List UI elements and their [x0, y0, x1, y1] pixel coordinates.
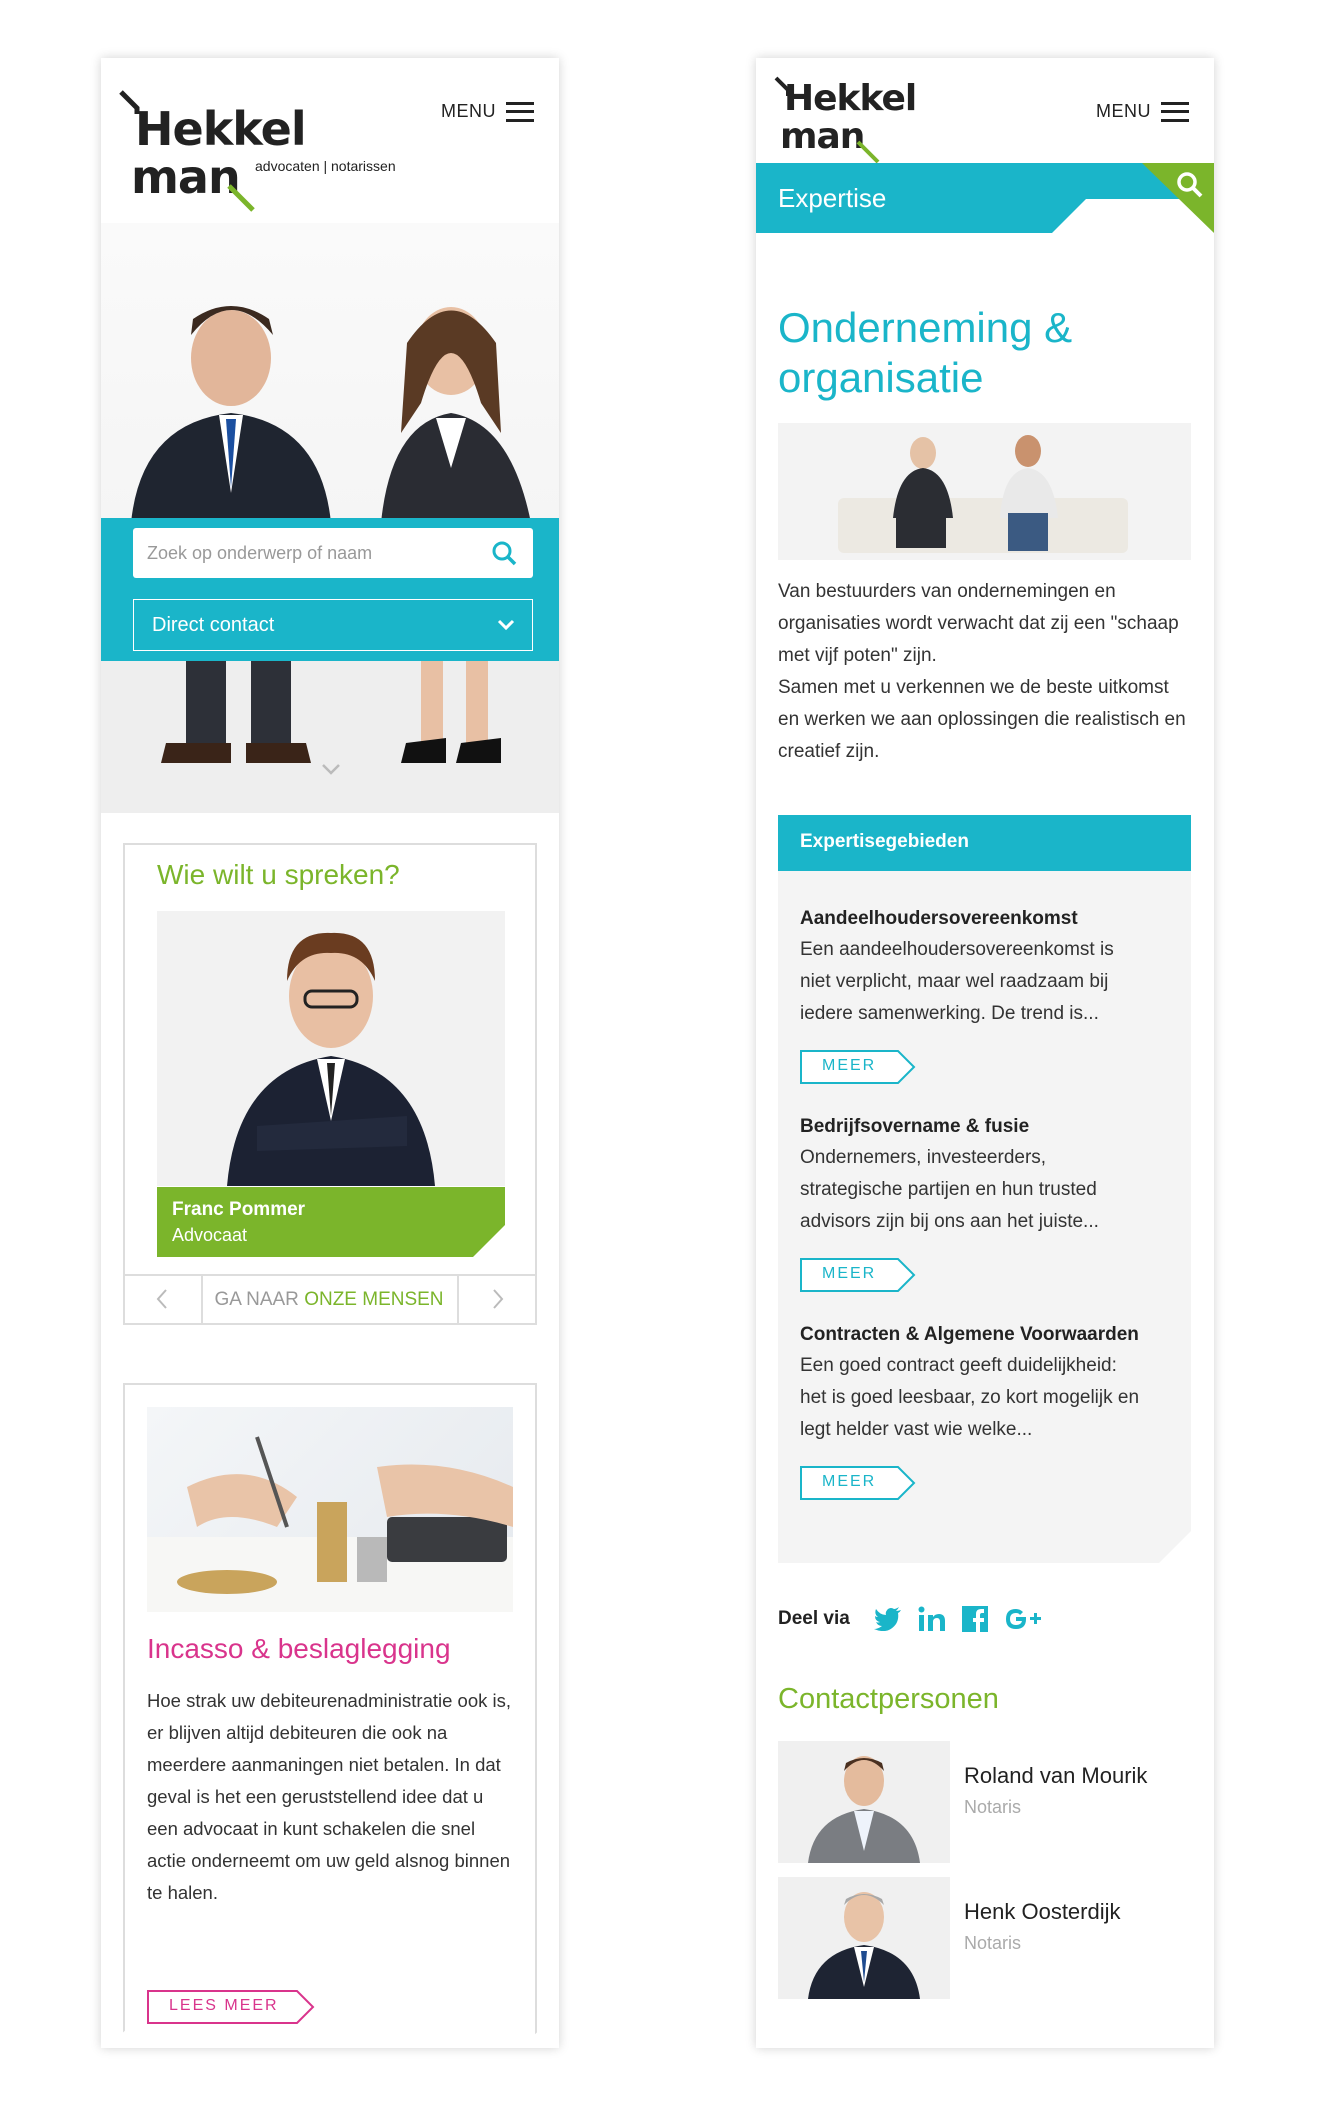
expertise-header: Expertisegebieden — [778, 815, 1191, 871]
contact-role: Notaris — [964, 1797, 1022, 1817]
menu-button[interactable]: MENU — [1096, 101, 1189, 122]
article-illustration — [147, 1436, 513, 1612]
article-card: Incasso & beslaglegging Hoe strak uw deb… — [123, 1383, 537, 2048]
menu-button[interactable]: MENU — [441, 101, 534, 122]
chevron-left-icon — [156, 1289, 167, 1309]
contact-illustration — [808, 1892, 920, 1999]
expertise-item-title-3[interactable]: Contracten & Algemene Voorwaarden — [800, 1324, 1139, 1346]
contact-name: Henk Oosterdijk — [964, 1899, 1121, 1924]
search-placeholder: Zoek op onderwerp of naam — [147, 542, 373, 563]
people-link-text: ONZE MENSEN — [304, 1288, 444, 1310]
share-bar: Deel via — [778, 1606, 1042, 1632]
contact-photo — [778, 1741, 950, 1863]
chevron-right-icon — [493, 1289, 504, 1309]
section-label[interactable]: Expertise — [778, 183, 886, 214]
logo-swoosh-icon — [227, 184, 255, 212]
logo-line1[interactable]: Hekkel — [135, 102, 307, 156]
contacts-title: Contactpersonen — [778, 1683, 999, 1715]
phone-expertise-page: Hekkel man MENU Expertise Onderneming & … — [756, 58, 1214, 2048]
section-bar: Expertise — [756, 163, 1214, 233]
intro-paragraph-1: Van bestuurders van ondernemingen en org… — [778, 581, 1179, 666]
logo-line1[interactable]: Hekkel — [784, 78, 917, 119]
site-header: Hekkel man advocaten | notarissen MENU — [101, 58, 559, 212]
person-role: Advocaat — [172, 1225, 248, 1245]
intro-paragraph-2: Samen met u verkennen we de beste uitkom… — [778, 677, 1186, 762]
person-name: Franc Pommer — [172, 1199, 306, 1220]
speak-card: Wie wilt u spreken? Franc Pommer Advocaa… — [123, 843, 537, 1325]
meer-label: MEER — [822, 1473, 877, 1490]
article-photo[interactable] — [147, 1407, 513, 1612]
meer-button-2[interactable]: MEER — [800, 1258, 916, 1292]
page-title: Onderneming & organisatie — [778, 303, 1072, 403]
search-icon[interactable] — [491, 540, 517, 566]
meer-label: MEER — [822, 1265, 877, 1282]
people-link-prefix: GA NAAR — [214, 1288, 305, 1310]
article-body: Hoe strak uw debiteurenadministratie ook… — [147, 1690, 512, 1903]
linkedin-icon[interactable] — [918, 1606, 946, 1632]
logo-tagline: advocaten | notarissen — [255, 158, 396, 174]
phone-homepage: Hekkel man advocaten | notarissen MENU Z… — [101, 58, 559, 2048]
expertise-item-title-2[interactable]: Bedrijfsovername & fusie — [800, 1116, 1029, 1138]
person-photo[interactable] — [157, 911, 505, 1186]
person-label[interactable]: Franc Pommer Advocaat — [157, 1187, 505, 1257]
intro-text: Van bestuurders van ondernemingen en org… — [778, 576, 1193, 768]
expertise-illustration — [838, 435, 1128, 553]
person-label-bg — [157, 1187, 505, 1257]
people-nav: GA NAAR ONZE MENSEN — [125, 1274, 535, 1323]
logo-line2[interactable]: man — [131, 150, 241, 204]
page-title-line2: organisatie — [778, 354, 984, 401]
expertise-item-text-1: Een aandeelhoudersovereenkomst is niet v… — [800, 939, 1114, 1024]
expertise-photo — [778, 423, 1191, 560]
hamburger-icon — [1161, 101, 1189, 122]
expertise-item-text-2: Ondernemers, investeerders, strategische… — [800, 1147, 1099, 1232]
expertise-item-text-3: Een goed contract geeft duidelijkheid: h… — [800, 1355, 1140, 1440]
meer-button-1[interactable]: MEER — [800, 1050, 916, 1084]
meer-button-3[interactable]: MEER — [800, 1466, 916, 1500]
logo-line2[interactable]: man — [780, 116, 865, 157]
share-label: Deel via — [778, 1608, 850, 1629]
direct-contact-label: Direct contact — [152, 613, 275, 636]
contact-photo — [778, 1877, 950, 1999]
page-title-line1: Onderneming & — [778, 304, 1073, 351]
twitter-icon[interactable] — [873, 1607, 902, 1631]
next-person-button[interactable] — [457, 1276, 537, 1323]
expertise-item-title-1[interactable]: Aandeelhoudersovereenkomst — [800, 908, 1078, 930]
search-icon[interactable] — [1176, 171, 1204, 199]
direct-contact-select[interactable]: Direct contact — [133, 599, 533, 651]
prev-person-button[interactable] — [125, 1276, 203, 1323]
lees-meer-label: LEES MEER — [169, 1997, 279, 2014]
chevron-down-icon — [497, 619, 515, 631]
google-plus-icon[interactable] — [1004, 1607, 1042, 1631]
logo-swoosh-icon — [856, 140, 880, 164]
meer-label: MEER — [822, 1057, 877, 1074]
people-link[interactable]: GA NAAR ONZE MENSEN — [201, 1276, 457, 1323]
contact-illustration — [808, 1756, 920, 1863]
torn-edge — [756, 2028, 1214, 2048]
article-title[interactable]: Incasso & beslaglegging — [147, 1633, 451, 1665]
site-header: Hekkel man MENU — [756, 58, 1214, 164]
facebook-icon[interactable] — [961, 1606, 988, 1632]
hamburger-icon — [506, 101, 534, 122]
menu-label: MENU — [441, 101, 496, 121]
search-input[interactable]: Zoek op onderwerp of naam — [133, 528, 533, 578]
speak-title: Wie wilt u spreken? — [157, 859, 400, 890]
contact-role: Notaris — [964, 1933, 1022, 1953]
contact-card-1[interactable]: Roland van Mourik Notaris — [778, 1741, 1198, 1863]
search-band: Zoek op onderwerp of naam Direct contact — [101, 518, 559, 661]
contact-card-2[interactable]: Henk Oosterdijk Notaris — [778, 1877, 1198, 1999]
menu-label: MENU — [1096, 101, 1151, 121]
person-illustration — [227, 932, 435, 1186]
contact-name: Roland van Mourik — [964, 1763, 1148, 1788]
expertise-header-label: Expertisegebieden — [800, 831, 969, 852]
lees-meer-button[interactable]: LEES MEER — [147, 1990, 315, 2024]
torn-edge — [101, 2028, 559, 2048]
scroll-down-icon[interactable] — [321, 763, 341, 777]
